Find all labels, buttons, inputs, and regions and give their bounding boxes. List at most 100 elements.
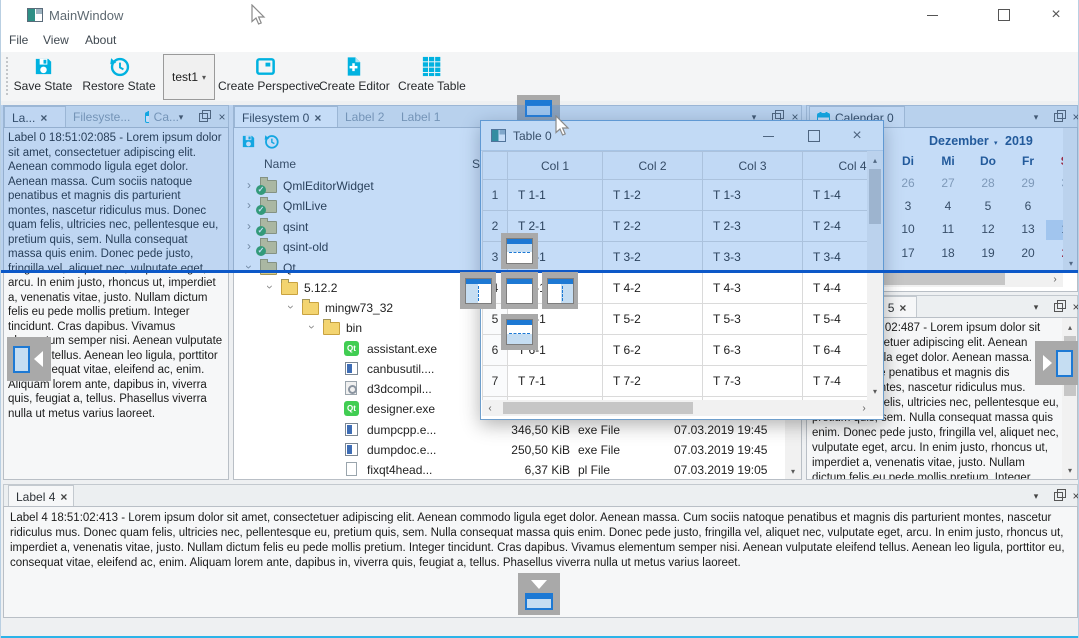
scroll-up-icon[interactable]: ▴ [1062,320,1078,334]
table-cell[interactable]: T 5-3 [703,304,803,335]
scroll-down-icon[interactable]: ▾ [1062,463,1078,477]
tree-label: fixqt4head... [367,463,432,477]
minimize-icon [927,15,938,16]
table-cell[interactable]: T 4-3 [703,273,803,304]
label5-panel-close-button[interactable]: × [1067,296,1079,318]
maximize-icon [998,9,1010,21]
tree-row[interactable]: dumpcpp.e...346,50 KiBexe File07.03.2019… [234,420,801,440]
tree-label: assistant.exe [367,342,437,356]
file-date: 07.03.2019 19:45 [674,443,767,457]
scrollbar-thumb[interactable] [503,402,693,414]
drop-indicator-right[interactable] [542,272,578,309]
main-window: MainWindow × File View About Save State … [0,0,1079,638]
maximize-button[interactable] [980,0,1028,30]
perspective-icon [254,55,277,78]
title-bar[interactable]: MainWindow × [1,0,1079,30]
table-row: 5T 5-1T 5-2T 5-3T 5-4 [483,304,868,335]
close-button[interactable]: × [1032,0,1079,30]
folder-icon [302,302,319,315]
tab-close-icon[interactable]: × [899,301,906,315]
tree-label: d3dcompil... [367,382,432,396]
chevron-down-icon: ▾ [202,73,206,82]
tree-row[interactable]: fixqt4head...6,37 KiBpl File07.03.2019 1… [234,460,801,480]
table-cell[interactable]: T 7-3 [703,366,803,397]
menu-file[interactable]: File [9,33,28,47]
file-icon [346,462,357,476]
label5-panel-float-button[interactable] [1049,296,1067,318]
drop-indicator-top[interactable] [501,233,538,269]
table-cell[interactable]: T 6-4 [803,335,868,366]
menu-about[interactable]: About [85,33,116,47]
tree-label: dumpcpp.e... [367,423,436,437]
drop-indicator-left[interactable] [460,272,496,309]
table-cell[interactable]: T 6-2 [603,335,703,366]
drop-indicator-center[interactable] [501,272,538,309]
table-cell[interactable]: T 4-2 [603,273,703,304]
tree-row[interactable]: dumpdoc.e...250,50 KiBexe File07.03.2019… [234,440,801,460]
row-header[interactable]: 7 [483,366,508,397]
dock-drop-overlay [1,105,1079,273]
table-row: 4T 4-1T 4-2T 4-3T 4-4 [483,273,868,304]
exe-file-icon [345,423,358,436]
tree-label: mingw73_32 [325,301,393,315]
table-cell[interactable]: T 4-4 [803,273,868,304]
tab-label4[interactable]: Label 4 × [8,485,74,508]
scroll-right-icon[interactable]: › [1047,271,1063,287]
table-horizontal-scrollbar[interactable]: ‹ › [482,400,883,416]
table-cell[interactable]: T 6-3 [703,335,803,366]
drop-indicator-edge-bottom[interactable] [518,573,560,615]
drop-indicator-bottom[interactable] [501,314,538,350]
scroll-left-icon[interactable]: ‹ [482,400,498,416]
file-type: pl File [578,463,610,477]
label4-panel-menu-button[interactable]: ▾ [1027,485,1045,507]
table-cell[interactable]: T 7-4 [803,366,868,397]
scroll-right-icon[interactable]: › [856,400,872,416]
dock-left-icon [465,278,492,304]
chevron-down-icon: ▾ [1034,491,1039,502]
table-cell[interactable]: T 5-2 [603,304,703,335]
menu-view[interactable]: View [43,33,69,47]
toolbar-handle[interactable] [6,57,8,95]
label5-panel-menu-button[interactable]: ▾ [1027,296,1045,318]
minimize-button[interactable] [908,0,956,30]
table-cell[interactable]: T 5-4 [803,304,868,335]
label4-panel-close-button[interactable]: × [1067,485,1079,507]
collapse-icon[interactable]: › [263,285,277,289]
file-type: exe File [578,443,620,457]
label4-panel-float-button[interactable] [1049,485,1067,507]
table-cell[interactable]: T 7-2 [603,366,703,397]
create-editor-label: Create Editor [319,79,387,93]
float-icon [1054,492,1063,501]
float-icon [1054,303,1063,312]
menu-bar [1,30,1079,52]
scroll-down-icon[interactable]: ▾ [785,463,801,479]
restore-icon [108,55,131,78]
create-editor-button[interactable]: Create Editor [319,55,387,99]
close-icon: × [1051,7,1060,23]
exe-file-icon [345,443,358,456]
table-row: 7T 7-1T 7-2T 7-3T 7-4 [483,366,868,397]
scroll-down-icon[interactable]: ▾ [867,384,883,398]
window-title: MainWindow [49,8,123,23]
tree-label: dumpdoc.e... [367,443,436,457]
drag-cursor [553,115,571,137]
perspective-combo[interactable]: test1 ▾ [163,54,215,100]
file-date: 07.03.2019 19:05 [674,463,767,477]
dock-top-icon [506,238,533,264]
drop-indicator-edge-right[interactable] [1035,341,1079,385]
app-icon [27,7,43,23]
create-table-button[interactable]: Create Table [398,55,464,99]
file-type: exe File [578,423,620,437]
restore-state-button[interactable]: Restore State [79,55,159,99]
save-state-button[interactable]: Save State [11,55,75,99]
dock-bottom-icon [506,319,533,345]
dock-bottom-glyph [525,593,553,610]
collapse-icon[interactable]: › [305,325,319,329]
drop-indicator-edge-left[interactable] [7,337,51,381]
close-icon: × [1072,489,1079,503]
collapse-icon[interactable]: › [284,305,298,309]
table-cell[interactable]: T 7-1 [508,366,603,397]
tab-close-icon[interactable]: × [60,490,67,504]
create-perspective-button[interactable]: Create Perspective [218,55,312,99]
restore-state-label: Restore State [79,79,159,93]
